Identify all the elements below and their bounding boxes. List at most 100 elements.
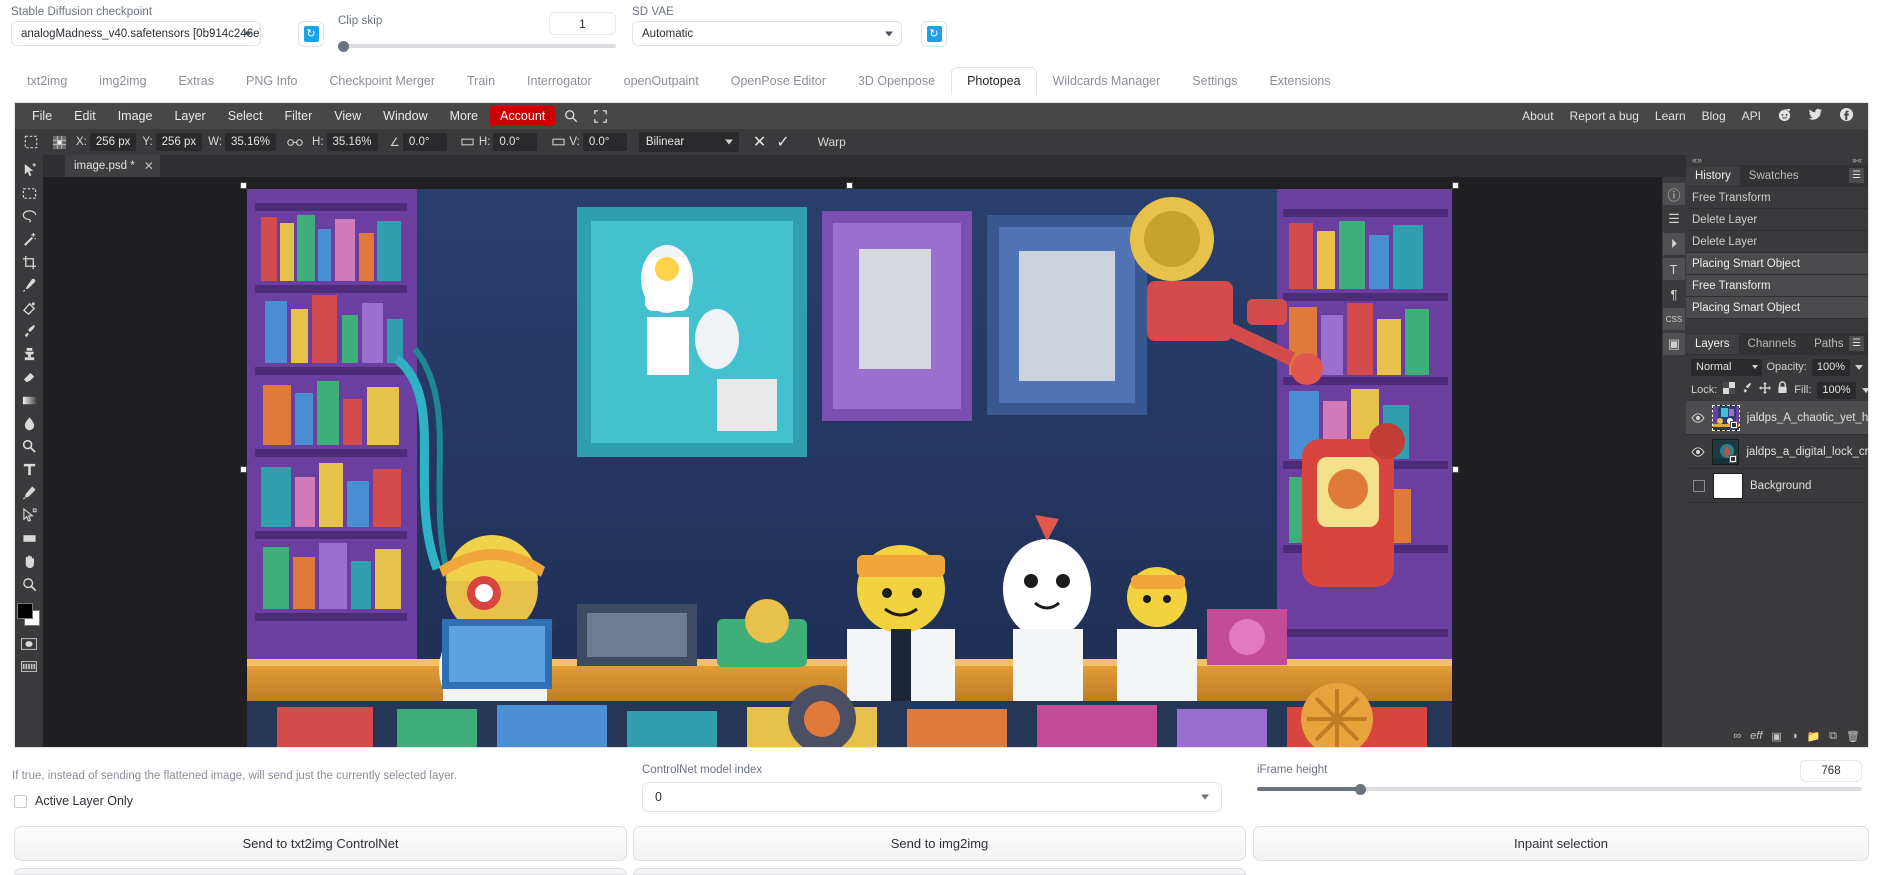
history-item[interactable]: Free Transform	[1686, 187, 1868, 209]
link-api[interactable]: API	[1734, 109, 1769, 123]
history-item[interactable]: Placing Smart Object	[1686, 253, 1868, 275]
quick-mask-icon[interactable]	[16, 632, 42, 655]
lock-pixels-icon[interactable]	[1741, 381, 1753, 399]
checkpoint-dropdown[interactable]: analogMadness_v40.safetensors [0b914c246…	[11, 21, 261, 46]
iframe-height-slider[interactable]	[1257, 784, 1862, 795]
slider-thumb[interactable]	[338, 41, 349, 52]
facebook-icon[interactable]	[1831, 107, 1862, 125]
reference-point-icon[interactable]	[48, 131, 70, 153]
tab-png-info[interactable]: PNG Info	[230, 67, 313, 95]
commit-transform-icon[interactable]: ✓	[776, 132, 789, 152]
eye-visible-icon[interactable]	[1691, 447, 1705, 457]
collapse-left-icon[interactable]: «»	[1692, 155, 1702, 165]
menu-file[interactable]: File	[22, 106, 62, 126]
crop-tool[interactable]	[16, 251, 42, 274]
move-tool[interactable]	[16, 159, 42, 182]
menu-select[interactable]: Select	[218, 106, 273, 126]
layer-thumbnail[interactable]	[1712, 405, 1740, 431]
tab-extensions[interactable]: Extensions	[1253, 67, 1346, 95]
send-to-img2img-button[interactable]: Send to img2img	[633, 826, 1246, 861]
new-group-icon[interactable]: 📁	[1806, 730, 1820, 743]
history-item[interactable]: Placing Smart Object	[1686, 297, 1868, 319]
transform-h-input[interactable]: 35.16%	[327, 133, 378, 151]
color-swatches[interactable]	[16, 602, 42, 628]
sd-vae-dropdown[interactable]: Automatic	[632, 21, 902, 46]
tab-swatches[interactable]: Swatches	[1740, 166, 1808, 186]
document-tab[interactable]: image.psd * ✕	[65, 155, 160, 177]
lock-position-icon[interactable]	[1759, 381, 1771, 399]
photopea-canvas[interactable]	[43, 177, 1686, 747]
next-button-row-stub[interactable]	[633, 868, 1246, 875]
opacity-value[interactable]: 100%	[1812, 359, 1850, 376]
controlnet-model-index-dropdown[interactable]: 0	[642, 782, 1222, 812]
layer-styles-icon[interactable]: eff	[1750, 730, 1762, 742]
skew-h-input[interactable]: 0.0°	[493, 133, 537, 151]
layer-thumbnail[interactable]	[1712, 439, 1739, 465]
tab-3d-openpose[interactable]: 3D Openpose	[842, 67, 951, 95]
tab-wildcards-manager[interactable]: Wildcards Manager	[1037, 67, 1177, 95]
new-layer-icon[interactable]: ⧉	[1829, 730, 1837, 743]
gradient-tool[interactable]	[16, 389, 42, 412]
opacity-dropdown-icon[interactable]	[1855, 365, 1863, 370]
collapse-right-icon[interactable]: »«	[1852, 155, 1862, 165]
layer-mask-icon[interactable]: ▣	[1771, 730, 1781, 743]
tab-history[interactable]: History	[1686, 166, 1740, 186]
css-icon[interactable]: CSS	[1663, 308, 1685, 330]
transform-handle[interactable]	[1452, 182, 1459, 189]
send-to-txt2img-controlnet-button[interactable]: Send to txt2img ControlNet	[14, 826, 627, 861]
rectangular-marquee-tool[interactable]	[16, 182, 42, 205]
magic-wand-tool[interactable]	[16, 228, 42, 251]
navigator-icon[interactable]: ⏵	[1663, 233, 1685, 255]
fill-dropdown-icon[interactable]	[1862, 388, 1869, 393]
link-icon[interactable]	[284, 131, 306, 153]
transform-handle[interactable]	[240, 182, 247, 189]
link-report-a-bug[interactable]: Report a bug	[1562, 109, 1647, 123]
interpolation-dropdown[interactable]: Bilinear	[639, 132, 739, 152]
history-item[interactable]: Free Transform	[1686, 275, 1868, 297]
transform-w-input[interactable]: 35.16%	[225, 133, 276, 151]
character-icon[interactable]: T	[1663, 258, 1685, 280]
search-icon[interactable]	[556, 107, 586, 125]
menu-view[interactable]: View	[324, 106, 371, 126]
refresh-vae-button[interactable]: ↻	[921, 21, 947, 47]
pen-tool[interactable]	[16, 481, 42, 504]
clip-skip-input[interactable]: 1	[549, 12, 616, 35]
link-blog[interactable]: Blog	[1694, 109, 1734, 123]
fill-value[interactable]: 100%	[1817, 382, 1855, 399]
active-layer-only-row[interactable]: Active Layer Only	[14, 794, 133, 808]
slider-thumb[interactable]	[1355, 784, 1366, 795]
layer-row[interactable]: jaldps_A_chaotic_yet_hur	[1686, 401, 1868, 435]
layer-row[interactable]: jaldps_a_digital_lock_crac	[1686, 435, 1868, 469]
lock-transparency-icon[interactable]	[1723, 381, 1735, 399]
screen-mode-icon[interactable]	[16, 655, 42, 678]
panel-menu-icon[interactable]: ☰	[1849, 336, 1864, 351]
path-select-tool[interactable]	[16, 504, 42, 527]
histogram-icon[interactable]: ☰	[1663, 208, 1685, 230]
close-icon[interactable]: ✕	[144, 159, 154, 173]
history-item[interactable]: Delete Layer	[1686, 231, 1868, 253]
layer-row[interactable]: Background	[1686, 469, 1868, 503]
paragraph-icon[interactable]: ¶	[1663, 283, 1685, 305]
tab-layers[interactable]: Layers	[1686, 334, 1739, 354]
menu-image[interactable]: Image	[108, 106, 163, 126]
next-button-row-stub[interactable]	[14, 868, 627, 875]
tab-train[interactable]: Train	[451, 67, 511, 95]
panel-menu-icon[interactable]: ☰	[1849, 168, 1864, 183]
link-learn[interactable]: Learn	[1647, 109, 1694, 123]
panel-collapse-row[interactable]: «» »«	[1686, 155, 1868, 165]
menu-edit[interactable]: Edit	[64, 106, 106, 126]
eyedropper-tool[interactable]	[16, 274, 42, 297]
menu-filter[interactable]: Filter	[274, 106, 322, 126]
clip-skip-slider[interactable]	[338, 41, 616, 51]
tab-txt2img[interactable]: txt2img	[11, 67, 83, 95]
iframe-height-input[interactable]: 768	[1800, 760, 1862, 782]
warp-button[interactable]: Warp	[818, 135, 846, 149]
blur-tool[interactable]	[16, 412, 42, 435]
menu-window[interactable]: Window	[373, 106, 437, 126]
blend-mode-dropdown[interactable]: Normal	[1691, 359, 1762, 376]
tab-interrogator[interactable]: Interrogator	[511, 67, 608, 95]
link-about[interactable]: About	[1514, 109, 1561, 123]
swatch-icon[interactable]: ▣	[1663, 333, 1685, 355]
tab-settings[interactable]: Settings	[1176, 67, 1253, 95]
menu-account[interactable]: Account	[490, 106, 555, 126]
